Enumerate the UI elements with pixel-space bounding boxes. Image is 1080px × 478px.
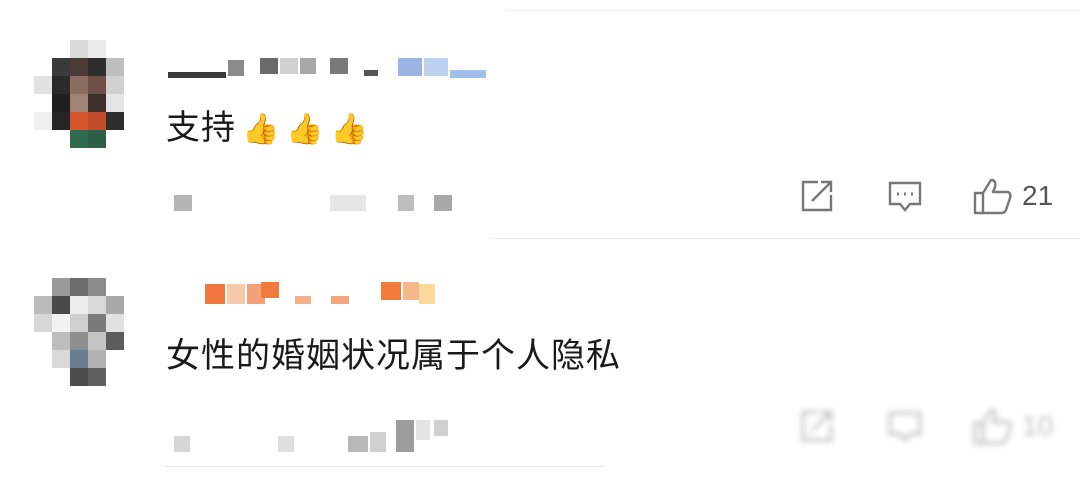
- like-count: 10: [1022, 410, 1054, 441]
- like-icon: [972, 176, 1014, 216]
- share-button[interactable]: [798, 406, 836, 446]
- comment-actions: 10: [798, 406, 1068, 446]
- comment-text: 支持 👍 👍 👍: [166, 100, 369, 149]
- avatar[interactable]: [20, 278, 124, 398]
- thumbs-up-emoji: 👍: [330, 112, 370, 147]
- divider: [165, 466, 605, 467]
- username-redacted[interactable]: [168, 52, 488, 78]
- thumbs-up-emoji: 👍: [242, 112, 281, 147]
- comment-meta-redacted: [170, 420, 460, 452]
- like-button[interactable]: 21: [972, 176, 1053, 216]
- reply-icon: [886, 177, 924, 215]
- comment-item: 女性的婚姻状况属于个人隐私 10: [0, 240, 1080, 478]
- share-icon: [798, 177, 836, 215]
- share-icon: [798, 407, 836, 445]
- comment-text: 女性的婚姻状况属于个人隐私: [166, 328, 621, 377]
- comment-text-label: 女性的婚姻状况属于个人隐私: [166, 336, 621, 376]
- thumbs-up-emoji: 👍: [286, 112, 325, 147]
- comment-actions: 21: [798, 176, 1068, 216]
- comment-meta-redacted: [170, 195, 460, 215]
- avatar[interactable]: [20, 40, 124, 160]
- like-icon: [972, 406, 1014, 446]
- like-button[interactable]: 10: [972, 406, 1053, 446]
- username-redacted[interactable]: [205, 280, 445, 306]
- like-count: 21: [1022, 180, 1054, 211]
- reply-button[interactable]: [886, 176, 924, 216]
- divider: [490, 238, 1080, 239]
- share-button[interactable]: [798, 176, 836, 216]
- reply-button[interactable]: [886, 406, 924, 446]
- comment-text-label: 支持: [166, 108, 236, 148]
- comment-item: 支持 👍 👍 👍 21: [0, 0, 1080, 240]
- reply-icon: [886, 407, 924, 445]
